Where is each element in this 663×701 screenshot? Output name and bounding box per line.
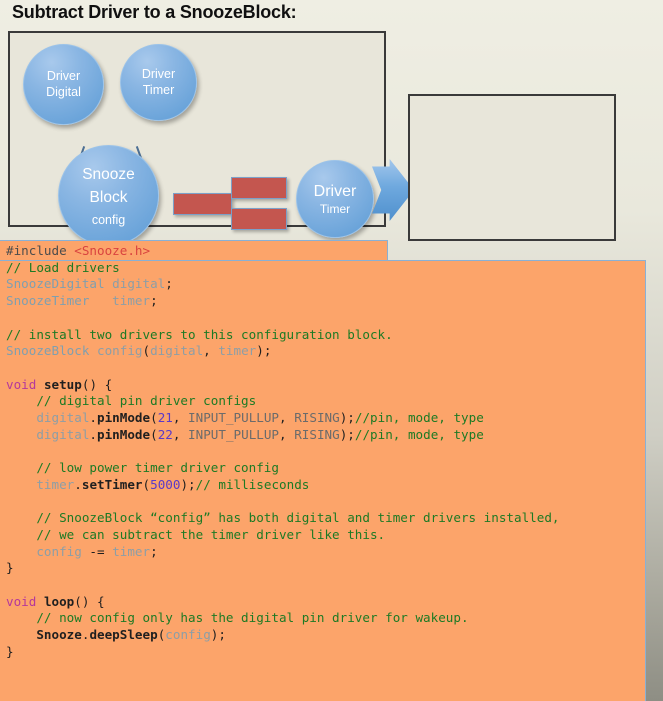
node-label-line2: Block [89, 189, 128, 207]
code-block: #include <Snooze.h> // Load drivers Snoo… [0, 240, 663, 701]
node-label-line3: config [91, 212, 126, 227]
right-diagram-panel: Snooze Block config Driver Digital [408, 94, 616, 241]
minus-sign-icon [173, 193, 232, 215]
equals-sign-icon-bottom [231, 208, 287, 230]
node-label-line1: Driver [141, 66, 176, 81]
equals-sign-icon-top [231, 177, 287, 199]
node-label-line1: Driver [313, 182, 357, 200]
node-driver-digital-left: Driver Digital [23, 44, 104, 125]
node-label-line1: Snooze [82, 165, 135, 183]
left-diagram-panel: Driver Digital Driver Timer Snooze Block… [8, 31, 386, 246]
code-listing: #include <Snooze.h> // Load drivers Snoo… [6, 243, 560, 659]
page-title: Subtract Driver to a SnoozeBlock: [12, 2, 297, 22]
node-snooze-block-left: Snooze Block config [58, 145, 159, 246]
node-label-line2: Timer [142, 82, 175, 97]
node-label-line1: Driver [46, 68, 81, 83]
diagram: Driver Digital Driver Timer Snooze Block… [0, 26, 663, 246]
node-driver-timer-result: Driver Timer [296, 160, 374, 238]
node-label-line2: Digital [46, 84, 81, 99]
node-label-line2: Timer [319, 201, 351, 216]
node-driver-timer-left: Driver Timer [120, 44, 197, 121]
